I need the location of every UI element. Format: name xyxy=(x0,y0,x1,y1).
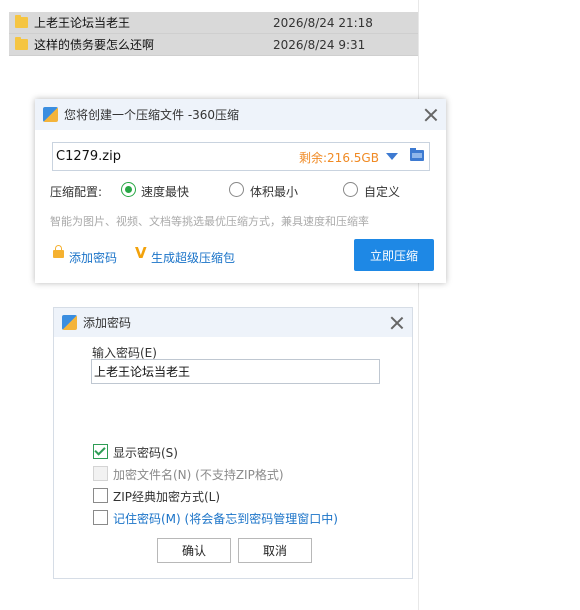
radio-fastest-label[interactable]: 速度最快 xyxy=(141,183,189,200)
file-list: 上老王论坛当老王 2026/8/24 21:18 这样的债务要怎么还啊 2026… xyxy=(9,12,418,56)
file-date: 2026/8/24 21:18 xyxy=(273,15,373,30)
archive-name-input[interactable] xyxy=(56,143,286,170)
super-compress-link[interactable]: 生成超级压缩包 xyxy=(151,249,235,266)
encrypt-filenames-label: 加密文件名(N) (不支持ZIP格式) xyxy=(113,468,284,482)
confirm-button[interactable]: 确认 xyxy=(157,538,231,563)
folder-browse-icon[interactable] xyxy=(410,148,424,161)
radio-custom-label[interactable]: 自定义 xyxy=(364,183,400,200)
password-input[interactable] xyxy=(91,359,380,384)
config-label: 压缩配置: xyxy=(50,185,103,199)
chevron-down-icon[interactable] xyxy=(386,153,398,160)
close-icon[interactable] xyxy=(424,108,438,122)
v-badge-icon: V xyxy=(135,244,147,262)
cancel-button[interactable]: 取消 xyxy=(238,538,312,563)
divider xyxy=(418,0,419,610)
app-icon xyxy=(43,107,58,122)
remember-password-label[interactable]: 记住密码(M) (将会备忘到密码管理窗口中) xyxy=(113,510,338,527)
dialog-title: 添加密码 xyxy=(83,316,132,330)
folder-icon xyxy=(15,37,28,50)
dialog-title: 您将创建一个压缩文件 -360压缩 xyxy=(64,108,240,122)
file-name: 上老王论坛当老王 xyxy=(34,16,131,30)
compress-dialog: 您将创建一个压缩文件 -360压缩 剩余:216.5GB 压缩配置: 速度最快 … xyxy=(35,99,446,283)
dialog-titlebar[interactable]: 添加密码 xyxy=(54,308,412,337)
dialog-titlebar[interactable]: 您将创建一个压缩文件 -360压缩 xyxy=(35,99,446,130)
lock-icon xyxy=(53,245,64,258)
file-row[interactable]: 这样的债务要怎么还啊 2026/8/24 9:31 xyxy=(9,34,418,56)
show-password-checkbox[interactable] xyxy=(93,444,108,459)
radio-custom[interactable] xyxy=(343,182,358,197)
encrypt-filenames-checkbox xyxy=(93,466,108,481)
file-name: 这样的债务要怎么还啊 xyxy=(34,38,155,52)
radio-smallest-label[interactable]: 体积最小 xyxy=(250,183,298,200)
zip-classic-encryption-label[interactable]: ZIP经典加密方式(L) xyxy=(113,488,220,505)
free-space-label: 剩余:216.5GB xyxy=(299,151,379,165)
archive-path-box: 剩余:216.5GB xyxy=(52,142,430,171)
zip-classic-encryption-checkbox[interactable] xyxy=(93,488,108,503)
file-row[interactable]: 上老王论坛当老王 2026/8/24 21:18 xyxy=(9,12,418,34)
password-dialog: 添加密码 输入密码(E) 显示密码(S) 加密文件名(N) (不支持ZIP格式)… xyxy=(53,307,413,579)
folder-icon xyxy=(15,15,28,28)
radio-fastest[interactable] xyxy=(121,182,136,197)
file-date: 2026/8/24 9:31 xyxy=(273,37,366,52)
app-icon xyxy=(62,315,77,330)
show-password-label[interactable]: 显示密码(S) xyxy=(113,444,178,461)
radio-smallest[interactable] xyxy=(229,182,244,197)
remember-password-checkbox[interactable] xyxy=(93,510,108,525)
add-password-link[interactable]: 添加密码 xyxy=(69,249,117,266)
close-icon[interactable] xyxy=(390,316,404,330)
compress-now-button[interactable]: 立即压缩 xyxy=(354,239,434,271)
compress-hint: 智能为图片、视频、文档等挑选最优压缩方式，兼具速度和压缩率 xyxy=(50,215,369,228)
